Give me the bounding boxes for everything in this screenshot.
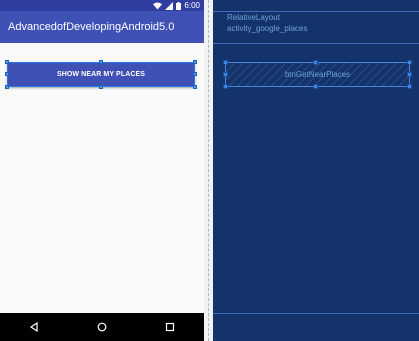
app-title: AdvancedofDevelopingAndroid5.0 <box>8 21 175 33</box>
status-bar: 6:00 <box>0 0 204 11</box>
blueprint-handle-top-left[interactable] <box>223 60 228 65</box>
show-near-places-button[interactable]: SHOW NEAR MY PLACES <box>7 62 195 87</box>
resize-handle-top-center[interactable] <box>99 60 103 64</box>
resize-handle-bottom-left[interactable] <box>5 85 9 89</box>
app-bar: AdvancedofDevelopingAndroid5.0 <box>0 11 204 43</box>
blueprint-handle-bottom-center[interactable] <box>313 84 318 89</box>
blueprint-view: RelativeLayout activity_google_places bt… <box>213 0 419 341</box>
resize-handle-bottom-right[interactable] <box>193 85 197 89</box>
status-icons: 6:00 <box>153 0 200 11</box>
back-icon <box>29 322 38 332</box>
navigation-bar <box>0 313 204 341</box>
blueprint-handle-bottom-left[interactable] <box>223 84 228 89</box>
cell-signal-icon <box>165 1 174 10</box>
resize-handle-top-left[interactable] <box>5 60 9 64</box>
blueprint-handle-middle-left[interactable] <box>223 72 228 77</box>
blueprint-handle-top-right[interactable] <box>407 60 412 65</box>
home-button[interactable] <box>92 317 112 337</box>
resize-handle-bottom-center[interactable] <box>99 85 103 89</box>
design-view: 6:00 AdvancedofDevelopingAndroid5.0 SHOW… <box>0 0 204 341</box>
blueprint-button-id: btnGetNearPlaces <box>284 70 351 79</box>
home-icon <box>97 322 107 332</box>
layout-id-label: activity_google_places <box>227 24 308 33</box>
blueprint-handle-middle-right[interactable] <box>407 72 412 77</box>
resize-handle-middle-right[interactable] <box>193 72 197 76</box>
blueprint-nav-bar-outline <box>213 313 419 314</box>
back-button[interactable] <box>24 317 44 337</box>
resize-handle-top-right[interactable] <box>193 60 197 64</box>
wifi-icon <box>153 2 163 9</box>
splitter-line <box>208 0 209 341</box>
battery-icon <box>176 1 182 10</box>
blueprint-app-bar-outline <box>213 43 419 44</box>
view-splitter[interactable] <box>204 0 213 341</box>
recents-button[interactable] <box>160 317 180 337</box>
recents-icon <box>165 322 175 332</box>
blueprint-handle-bottom-right[interactable] <box>407 84 412 89</box>
resize-handle-middle-left[interactable] <box>5 72 9 76</box>
blueprint-status-bar-outline <box>213 11 419 12</box>
layout-type-label: RelativeLayout <box>227 13 280 22</box>
blueprint-handle-top-center[interactable] <box>313 60 318 65</box>
status-time: 6:00 <box>184 1 200 10</box>
